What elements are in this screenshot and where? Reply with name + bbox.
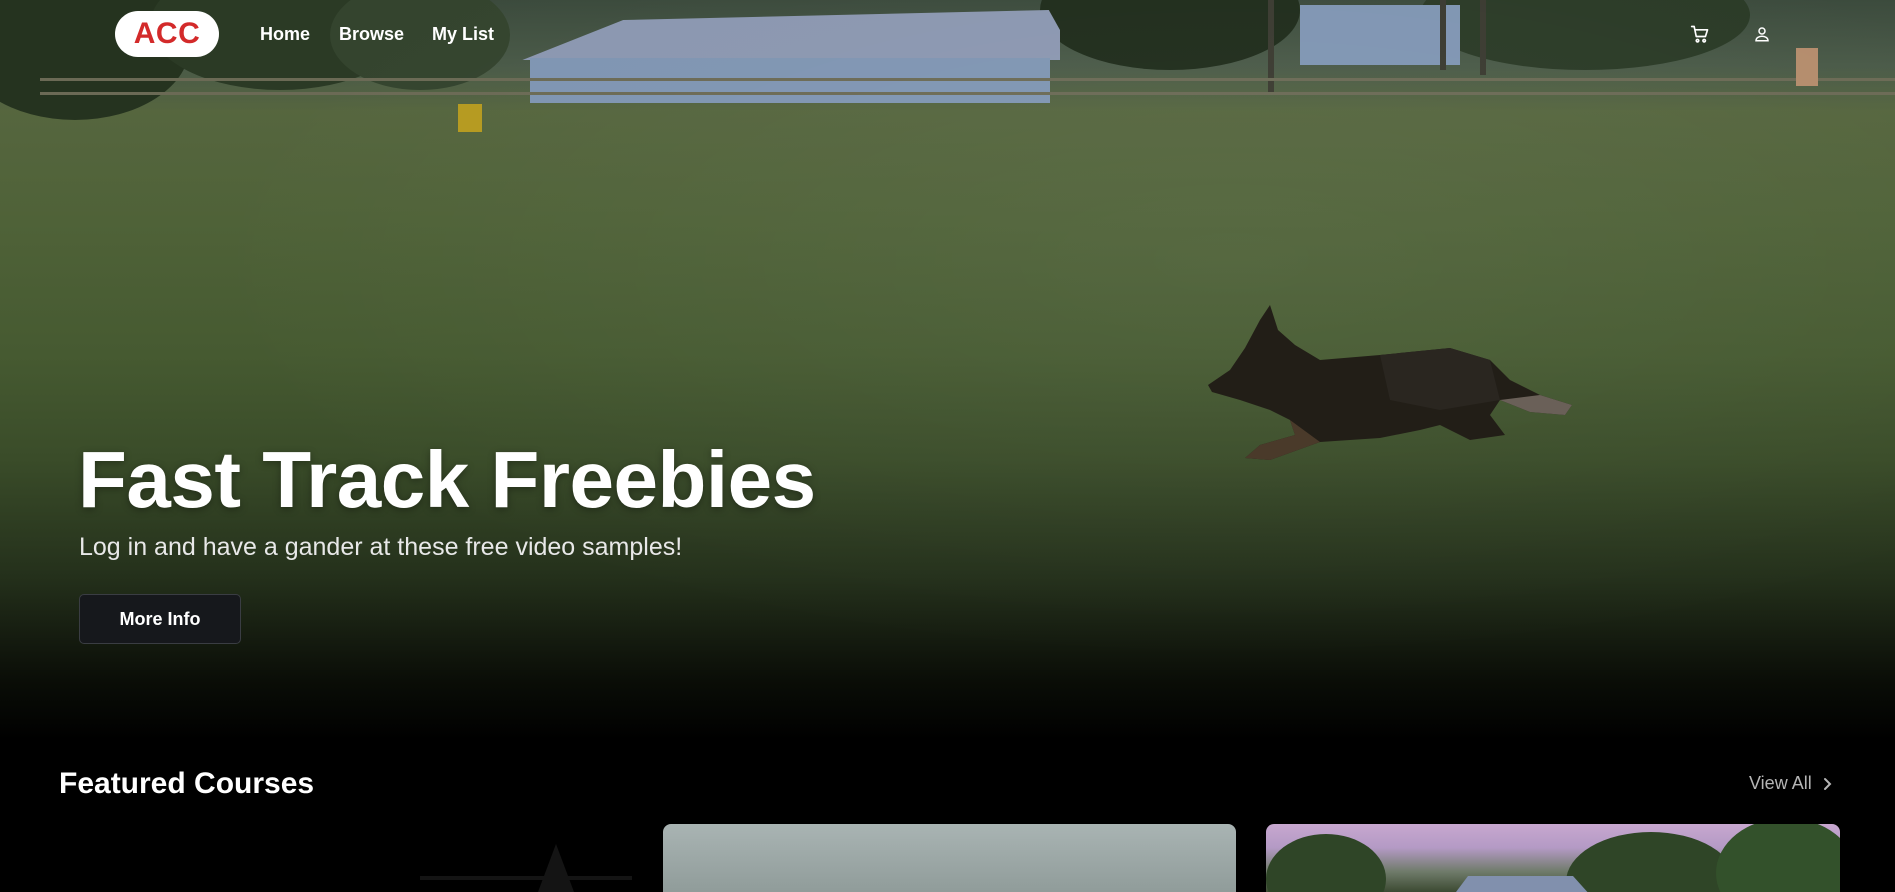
course-card[interactable] <box>420 824 632 892</box>
user-icon[interactable] <box>1750 22 1774 46</box>
hero-subtitle: Log in and have a gander at these free v… <box>79 533 683 561</box>
view-all-link[interactable]: View All <box>1749 773 1832 794</box>
nav-link-my-list[interactable]: My List <box>432 24 494 45</box>
site-logo[interactable]: ACC <box>115 11 219 57</box>
more-info-button[interactable]: More Info <box>79 594 241 644</box>
dog-image <box>1208 305 1572 460</box>
view-all-label: View All <box>1749 773 1812 793</box>
featured-courses-title: Featured Courses <box>59 767 315 800</box>
hero-background-image <box>0 0 1895 740</box>
course-thumbnail-logo <box>420 844 632 892</box>
course-card[interactable] <box>1266 824 1840 892</box>
top-navbar: ACC Home Browse My List <box>0 0 1895 70</box>
hero-title: Fast Track Freebies <box>78 435 816 524</box>
chevron-right-icon <box>1823 777 1832 790</box>
cart-icon[interactable] <box>1688 22 1712 46</box>
nav-link-home[interactable]: Home <box>260 24 310 45</box>
nav-link-browse[interactable]: Browse <box>339 24 404 45</box>
course-card[interactable] <box>663 824 1236 892</box>
